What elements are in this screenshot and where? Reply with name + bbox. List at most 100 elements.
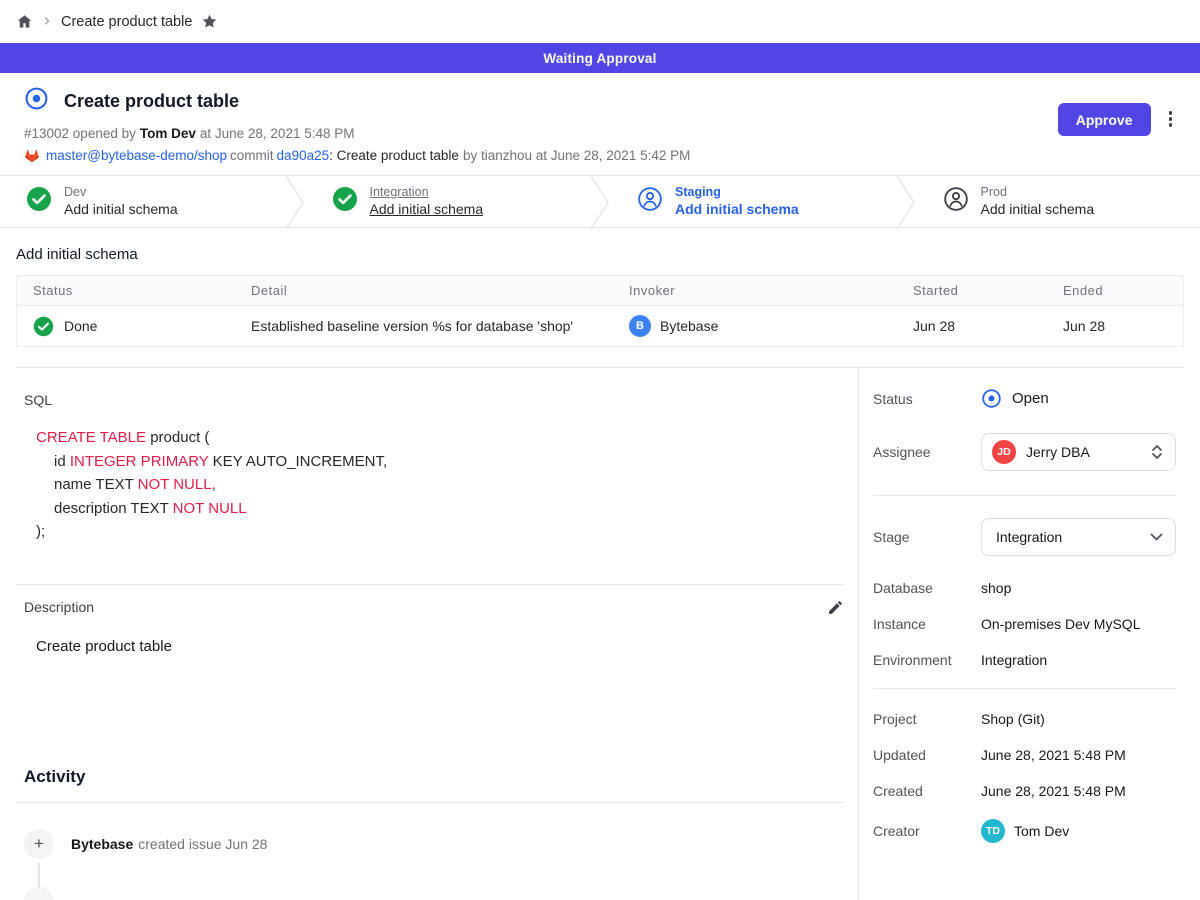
approve-button[interactable]: Approve: [1058, 103, 1151, 136]
commit-hash-link[interactable]: da90a25: [277, 148, 330, 163]
description-text: Create product table: [36, 638, 844, 655]
breadcrumb-current[interactable]: Create product table: [61, 14, 192, 30]
status-value: Open: [1012, 390, 1049, 407]
activity-title: Activity: [24, 767, 844, 787]
task-invoker: Bytebase: [660, 318, 718, 334]
creator-avatar: TD: [981, 819, 1005, 843]
commit-message: : Create product table: [329, 148, 459, 163]
issue-sidebar: Status Open Assignee JD Jerry DBA Stage …: [858, 368, 1200, 900]
sidebar-row-environment: Environment Integration: [873, 652, 1176, 668]
chevron-down-icon: [1150, 533, 1163, 542]
issue-author: Tom Dev: [140, 126, 196, 141]
stage-env-label: Dev: [64, 185, 178, 201]
sidebar-row-instance: Instance On-premises Dev MySQL: [873, 616, 1176, 632]
environment-value: Integration: [981, 652, 1047, 668]
assignee-select[interactable]: JD Jerry DBA: [981, 433, 1176, 471]
stage-label: Stage: [873, 529, 981, 545]
created-value: June 28, 2021 5:48 PM: [981, 783, 1126, 799]
stage-prod[interactable]: ProdAdd initial schema: [917, 176, 1200, 227]
task-status: Done: [64, 318, 97, 334]
updated-value: June 28, 2021 5:48 PM: [981, 747, 1126, 763]
divider: [873, 688, 1176, 689]
bytebase-avatar: B: [629, 315, 651, 337]
issue-header: Create product table #13002 opened by To…: [0, 73, 1200, 175]
sidebar-row-assignee: Assignee JD Jerry DBA: [873, 433, 1176, 471]
created-label: Created: [873, 783, 981, 799]
star-icon[interactable]: [201, 13, 218, 30]
stage-done-icon: [26, 186, 52, 217]
creator-label: Creator: [873, 823, 981, 839]
sidebar-row-status: Status Open: [873, 388, 1176, 409]
status-banner-text: Waiting Approval: [543, 51, 656, 66]
open-status-icon: [981, 388, 1002, 409]
description-label: Description: [24, 599, 94, 615]
branch-link[interactable]: master@bytebase-demo/shop: [46, 148, 227, 163]
breadcrumb: Create product table: [0, 0, 1200, 43]
sql-code: CREATE TABLE product (id INTEGER PRIMARY…: [36, 426, 844, 544]
breadcrumb-separator-icon: [42, 13, 52, 31]
column-status: Status: [33, 283, 251, 298]
stage-chevron-icon: [589, 176, 611, 229]
divider: [16, 802, 844, 803]
database-label: Database: [873, 580, 981, 596]
stage-env-label: Integration: [370, 185, 484, 201]
gitlab-icon: [24, 148, 40, 163]
stage-pending-approval-icon: [943, 186, 969, 217]
issue-meta: #13002 opened by Tom Dev at June 28, 202…: [24, 126, 1058, 141]
stage-dev[interactable]: DevAdd initial schema: [0, 176, 284, 227]
task-section: Add initial schema Status Detail Invoker…: [0, 228, 1200, 368]
task-table-header: Status Detail Invoker Started Ended: [17, 276, 1183, 306]
stage-env-label: Staging: [675, 185, 799, 201]
creator-value: Tom Dev: [1014, 823, 1069, 839]
sidebar-row-stage: Stage Integration: [873, 518, 1176, 556]
page-title: Create product table: [64, 91, 239, 112]
activity-actor: Bytebase: [71, 836, 133, 852]
instance-label: Instance: [873, 616, 981, 632]
issue-meta-suffix: at June 28, 2021 5:48 PM: [200, 126, 355, 141]
database-value: shop: [981, 580, 1011, 596]
commit-row: master@bytebase-demo/shop commit da90a25…: [24, 148, 1058, 163]
stage-env-label: Prod: [981, 185, 1095, 201]
updated-label: Updated: [873, 747, 981, 763]
commit-byline: by tianzhou at June 28, 2021 5:42 PM: [463, 148, 690, 163]
assignee-value: Jerry DBA: [1026, 444, 1141, 460]
divider: [16, 584, 844, 585]
stage-integration[interactable]: IntegrationAdd initial schema: [306, 176, 590, 227]
divider: [873, 495, 1176, 496]
more-actions-icon[interactable]: [1165, 103, 1177, 135]
stage-chevron-icon: [284, 176, 306, 229]
commit-word: commit: [230, 148, 274, 163]
stage-task-label: Add initial schema: [981, 201, 1095, 219]
stage-task-label: Add initial schema: [64, 201, 178, 219]
sidebar-row-database: Database shop: [873, 580, 1176, 596]
task-started: Jun 28: [913, 318, 1063, 334]
status-label: Status: [873, 391, 981, 407]
project-value: Shop (Git): [981, 711, 1045, 727]
updown-chevron-icon: [1151, 444, 1163, 460]
sidebar-row-updated: Updated June 28, 2021 5:48 PM: [873, 747, 1176, 763]
project-label: Project: [873, 711, 981, 727]
timeline-connector: [38, 863, 40, 887]
status-banner: Waiting Approval: [0, 43, 1200, 73]
stage-task-label: Add initial schema: [675, 201, 799, 219]
home-icon[interactable]: [16, 13, 33, 30]
stage-staging[interactable]: StagingAdd initial schema: [611, 176, 895, 227]
instance-value: On-premises Dev MySQL: [981, 616, 1140, 632]
stage-value: Integration: [996, 529, 1140, 545]
done-icon: [33, 316, 54, 337]
sidebar-row-creator: Creator TD Tom Dev: [873, 819, 1176, 843]
stage-chevron-icon: [895, 176, 917, 229]
environment-label: Environment: [873, 652, 981, 668]
task-detail: Established baseline version %s for data…: [251, 318, 629, 334]
edit-pencil-icon[interactable]: [827, 599, 844, 616]
task-section-title: Add initial schema: [16, 240, 1184, 275]
table-row[interactable]: Done Established baseline version %s for…: [17, 306, 1183, 346]
task-table: Status Detail Invoker Started Ended Done…: [16, 275, 1184, 347]
assignee-avatar: JD: [992, 440, 1016, 464]
issue-open-icon: [24, 86, 49, 116]
column-started: Started: [913, 283, 1063, 298]
stage-select[interactable]: Integration: [981, 518, 1176, 556]
stage-done-icon: [332, 186, 358, 217]
task-ended: Jun 28: [1063, 318, 1167, 334]
stage-pending-approval-icon: [637, 186, 663, 217]
